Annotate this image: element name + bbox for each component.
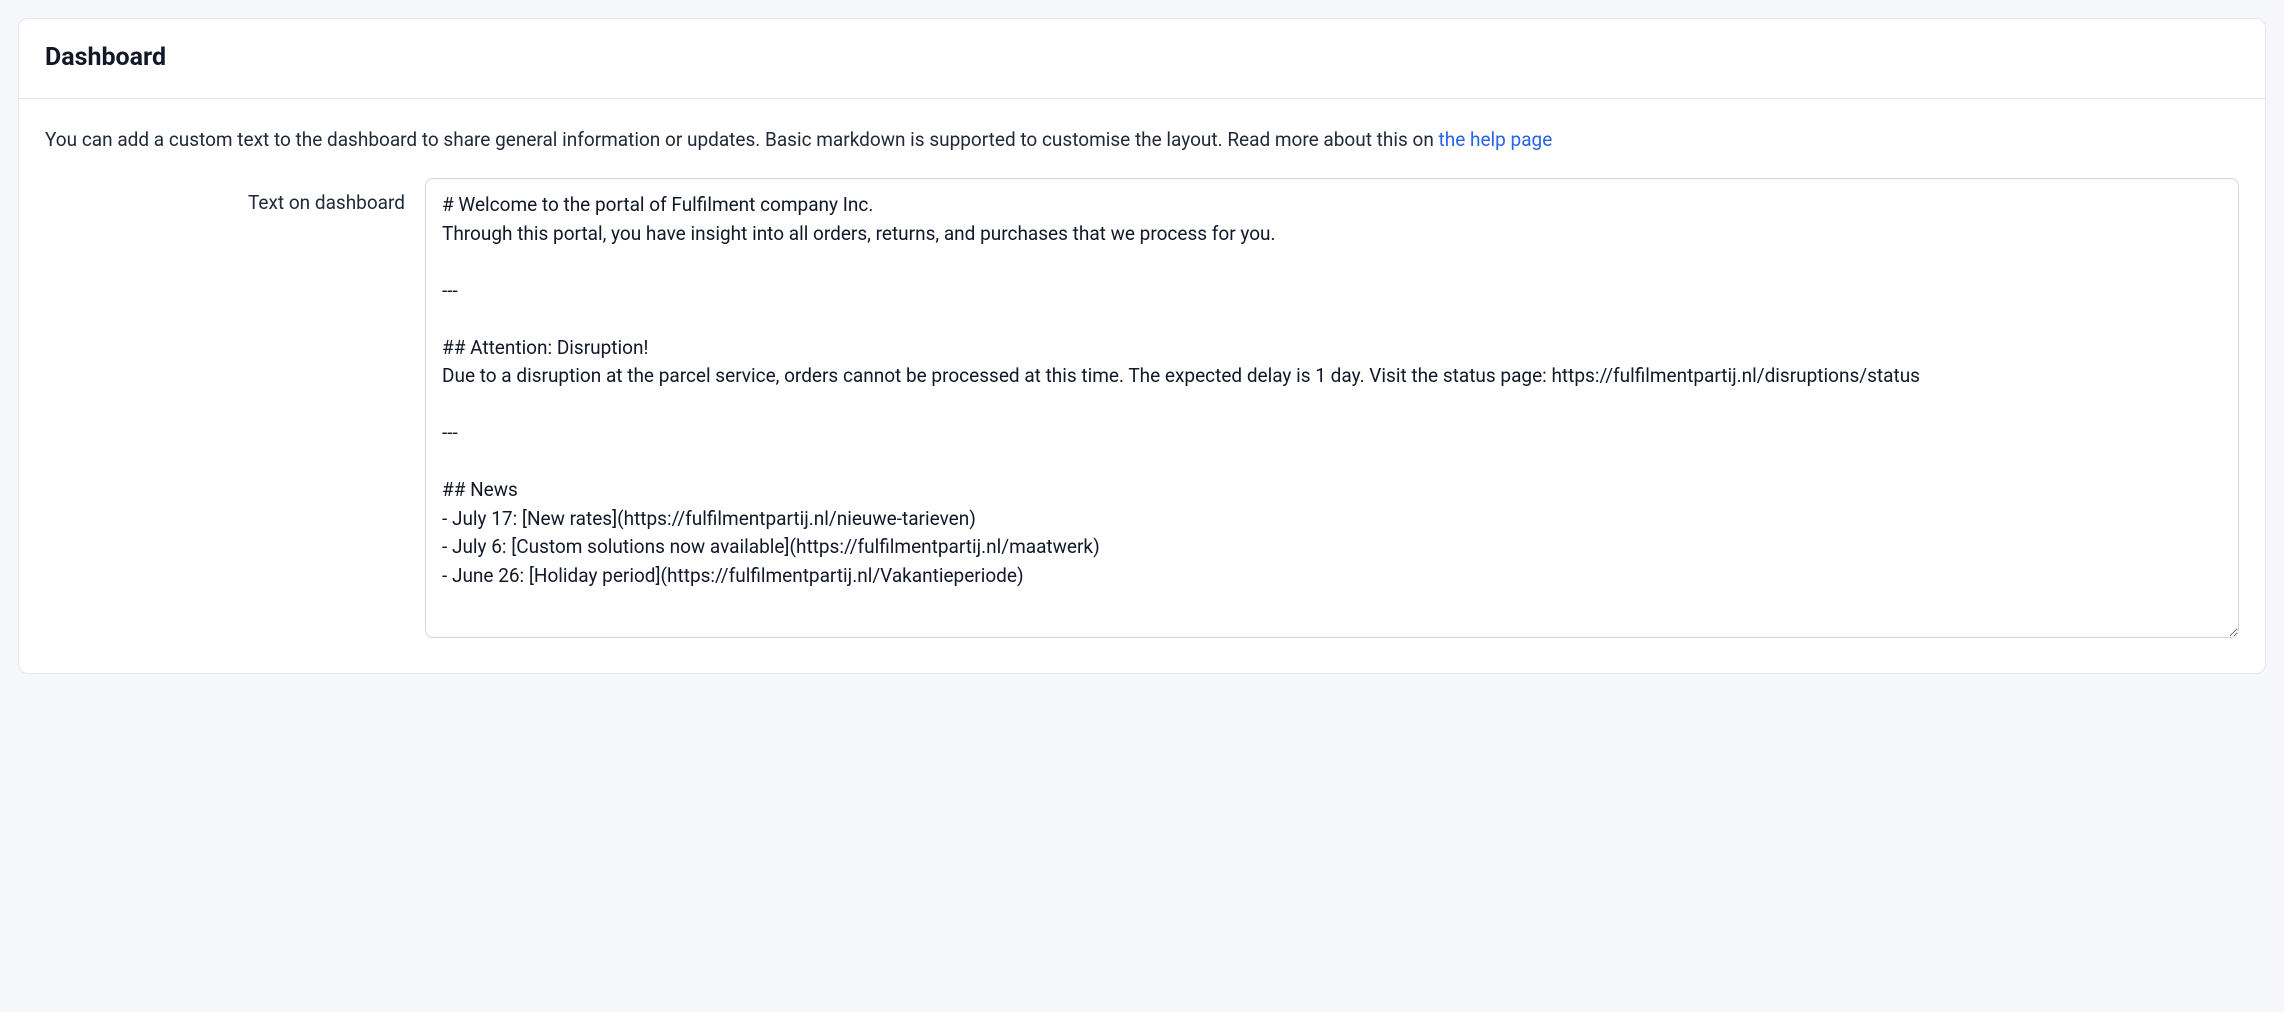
page-title: Dashboard — [45, 39, 2239, 78]
description-prefix: You can add a custom text to the dashboa… — [45, 128, 1439, 151]
form-control-wrap — [425, 178, 2239, 646]
dashboard-text-input[interactable] — [425, 178, 2239, 638]
card-body: You can add a custom text to the dashboa… — [19, 99, 2265, 673]
help-page-link[interactable]: the help page — [1439, 128, 1553, 151]
form-row: Text on dashboard — [45, 178, 2239, 646]
dashboard-text-label: Text on dashboard — [45, 178, 405, 217]
dashboard-settings-card: Dashboard You can add a custom text to t… — [18, 18, 2266, 674]
description-text: You can add a custom text to the dashboa… — [45, 125, 2239, 154]
card-header: Dashboard — [19, 19, 2265, 99]
